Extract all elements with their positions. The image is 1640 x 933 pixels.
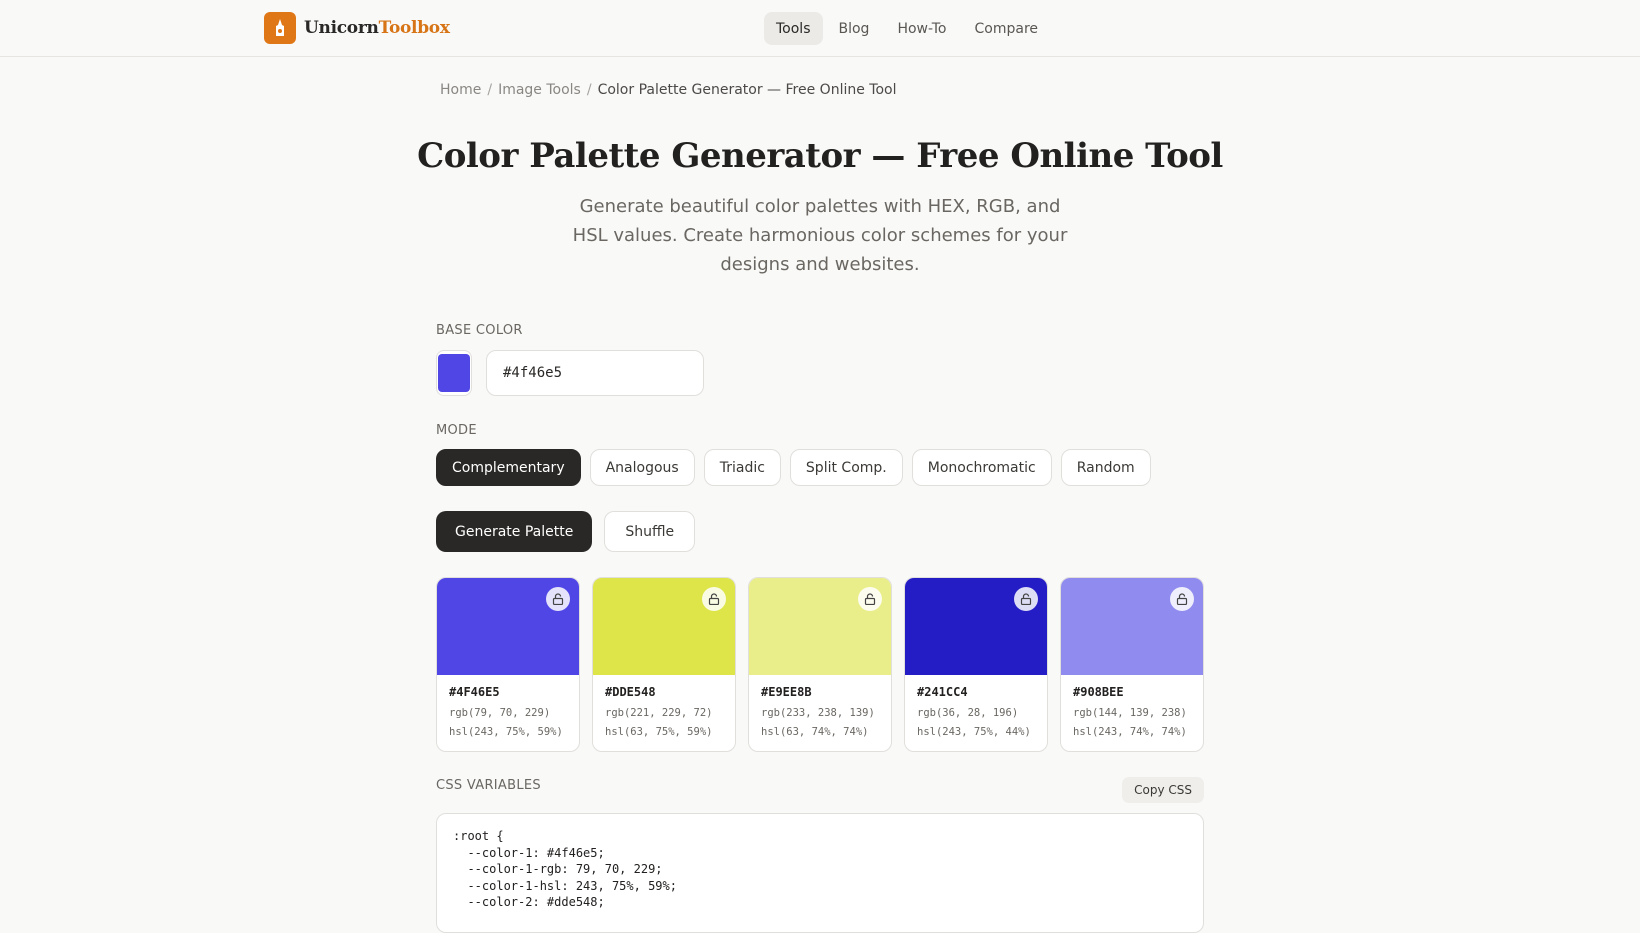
unlock-icon[interactable] bbox=[702, 587, 726, 611]
logo[interactable]: UnicornToolbox bbox=[264, 12, 450, 44]
main-nav: Tools Blog How-To Compare bbox=[764, 12, 1054, 45]
palette: #4F46E5 rgb(79, 70, 229) hsl(243, 75%, 5… bbox=[436, 577, 1204, 752]
palette-color-swatch[interactable] bbox=[437, 578, 579, 675]
palette-card[interactable]: #E9EE8B rgb(233, 238, 139) hsl(63, 74%, … bbox=[748, 577, 892, 752]
mode-split-complementary[interactable]: Split Comp. bbox=[789, 449, 903, 486]
copy-css-button[interactable]: Copy CSS bbox=[1122, 777, 1204, 803]
css-code-block[interactable]: :root { --color-1: #4f46e5; --color-1-rg… bbox=[436, 813, 1204, 933]
unlock-icon[interactable] bbox=[1014, 587, 1038, 611]
mode-random[interactable]: Random bbox=[1060, 449, 1151, 486]
palette-hsl[interactable]: hsl(243, 75%, 44%) bbox=[917, 723, 1035, 742]
palette-hsl[interactable]: hsl(63, 74%, 74%) bbox=[761, 723, 879, 742]
unlock-icon[interactable] bbox=[858, 587, 882, 611]
palette-card-info: #E9EE8B rgb(233, 238, 139) hsl(63, 74%, … bbox=[749, 675, 891, 751]
palette-rgb[interactable]: rgb(233, 238, 139) bbox=[761, 704, 879, 723]
logo-icon bbox=[264, 12, 296, 44]
logo-text-part1: Unicorn bbox=[304, 18, 379, 38]
palette-card-info: #4F46E5 rgb(79, 70, 229) hsl(243, 75%, 5… bbox=[437, 675, 579, 751]
css-variables-label: CSS VARIABLES bbox=[436, 778, 541, 793]
palette-color-swatch[interactable] bbox=[905, 578, 1047, 675]
palette-hsl[interactable]: hsl(243, 75%, 59%) bbox=[449, 723, 567, 742]
page-title: Color Palette Generator — Free Online To… bbox=[417, 136, 1223, 176]
breadcrumb-current: Color Palette Generator — Free Online To… bbox=[597, 82, 897, 98]
palette-card[interactable]: #241CC4 rgb(36, 28, 196) hsl(243, 75%, 4… bbox=[904, 577, 1048, 752]
palette-hex[interactable]: #4F46E5 bbox=[449, 685, 567, 699]
palette-color-swatch[interactable] bbox=[1061, 578, 1203, 675]
logo-text-part2: Toolbox bbox=[378, 18, 450, 38]
site-header: UnicornToolbox Tools Blog How-To Compare bbox=[0, 0, 1640, 57]
unlock-icon[interactable] bbox=[546, 587, 570, 611]
palette-card[interactable]: #908BEE rgb(144, 139, 238) hsl(243, 74%,… bbox=[1060, 577, 1204, 752]
palette-card[interactable]: #4F46E5 rgb(79, 70, 229) hsl(243, 75%, 5… bbox=[436, 577, 580, 752]
palette-color-swatch[interactable] bbox=[593, 578, 735, 675]
mode-complementary[interactable]: Complementary bbox=[436, 449, 581, 486]
nav-how-to[interactable]: How-To bbox=[885, 12, 958, 45]
palette-rgb[interactable]: rgb(144, 139, 238) bbox=[1073, 704, 1191, 723]
color-picker-chip bbox=[438, 354, 470, 392]
palette-hex[interactable]: #DDE548 bbox=[605, 685, 723, 699]
mode-analogous[interactable]: Analogous bbox=[589, 449, 695, 486]
palette-card-info: #908BEE rgb(144, 139, 238) hsl(243, 74%,… bbox=[1061, 675, 1203, 751]
page-subtitle: Generate beautiful color palettes with H… bbox=[572, 196, 1068, 275]
nav-compare[interactable]: Compare bbox=[963, 12, 1051, 45]
action-buttons: Generate Palette Shuffle bbox=[436, 511, 696, 552]
palette-rgb[interactable]: rgb(221, 229, 72) bbox=[605, 704, 723, 723]
palette-card-info: #241CC4 rgb(36, 28, 196) hsl(243, 75%, 4… bbox=[905, 675, 1047, 751]
logo-text: UnicornToolbox bbox=[304, 18, 450, 38]
mode-triadic[interactable]: Triadic bbox=[703, 449, 781, 486]
palette-hsl[interactable]: hsl(63, 75%, 59%) bbox=[605, 723, 723, 742]
generate-palette-button[interactable]: Generate Palette bbox=[436, 511, 593, 552]
palette-hsl[interactable]: hsl(243, 74%, 74%) bbox=[1073, 723, 1191, 742]
breadcrumb: Home / Image Tools / Color Palette Gener… bbox=[440, 82, 896, 98]
shuffle-button[interactable]: Shuffle bbox=[604, 511, 696, 552]
base-color-label: BASE COLOR bbox=[436, 323, 523, 338]
palette-hex[interactable]: #E9EE8B bbox=[761, 685, 879, 699]
hex-input[interactable] bbox=[486, 350, 704, 396]
palette-hex[interactable]: #241CC4 bbox=[917, 685, 1035, 699]
mode-label: MODE bbox=[436, 423, 477, 438]
color-picker-button[interactable] bbox=[436, 350, 472, 396]
css-variables-header: CSS VARIABLES Copy CSS bbox=[436, 777, 1204, 803]
base-color-row bbox=[436, 350, 704, 396]
mode-selector: Complementary Analogous Triadic Split Co… bbox=[436, 449, 1151, 486]
breadcrumb-separator: / bbox=[487, 82, 493, 98]
breadcrumb-separator: / bbox=[586, 82, 592, 98]
mode-monochromatic[interactable]: Monochromatic bbox=[911, 449, 1052, 486]
nav-blog[interactable]: Blog bbox=[827, 12, 882, 45]
palette-hex[interactable]: #908BEE bbox=[1073, 685, 1191, 699]
unlock-icon[interactable] bbox=[1170, 587, 1194, 611]
palette-card-info: #DDE548 rgb(221, 229, 72) hsl(63, 75%, 5… bbox=[593, 675, 735, 751]
nav-tools[interactable]: Tools bbox=[764, 12, 823, 45]
palette-rgb[interactable]: rgb(36, 28, 196) bbox=[917, 704, 1035, 723]
palette-rgb[interactable]: rgb(79, 70, 229) bbox=[449, 704, 567, 723]
breadcrumb-section[interactable]: Image Tools bbox=[498, 82, 581, 98]
breadcrumb-home[interactable]: Home bbox=[440, 82, 481, 98]
palette-color-swatch[interactable] bbox=[749, 578, 891, 675]
palette-card[interactable]: #DDE548 rgb(221, 229, 72) hsl(63, 75%, 5… bbox=[592, 577, 736, 752]
